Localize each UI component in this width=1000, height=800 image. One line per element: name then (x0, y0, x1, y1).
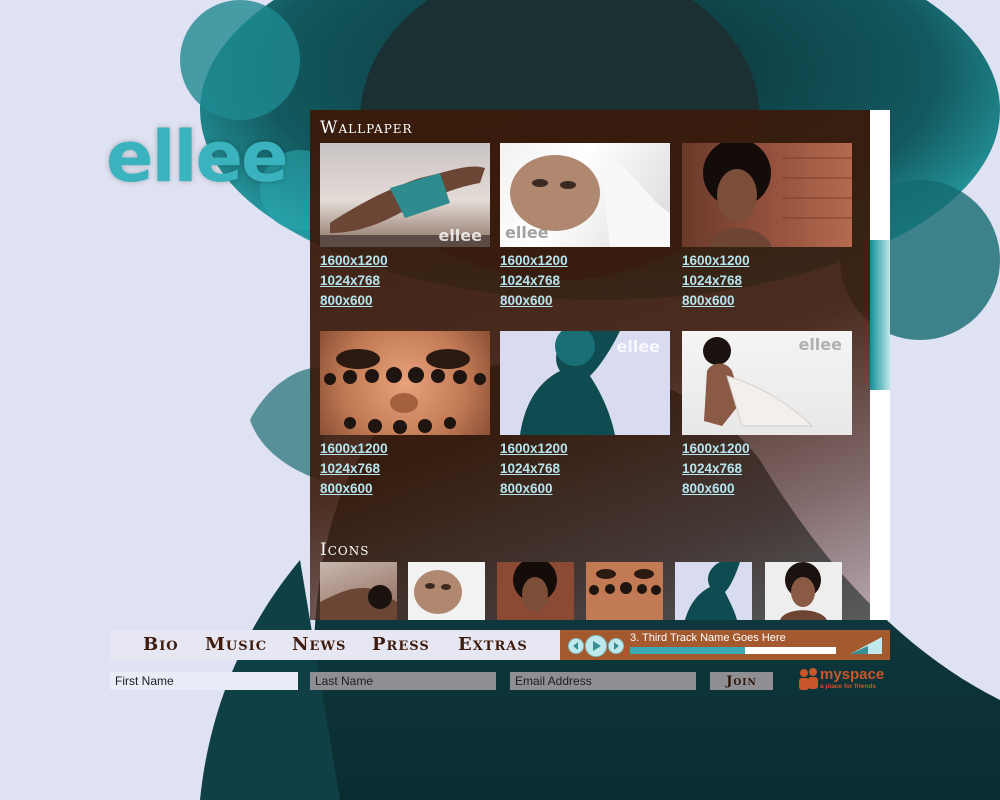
content-panel: Wallpaper ellee 1600x1200 1024x768 800x6… (310, 110, 870, 620)
myspace-logo[interactable]: myspace a place for friends (798, 666, 890, 694)
previous-icon[interactable] (568, 638, 584, 654)
wallpaper-item: 1600x1200 1024x768 800x600 (320, 331, 492, 499)
wallpaper-item: ellee 1600x1200 1024x768 800x600 (682, 331, 854, 499)
wallpaper-item: ellee 1600x1200 1024x768 800x600 (320, 143, 492, 311)
volume-icon[interactable] (848, 635, 884, 655)
wallpaper-3-link-1600[interactable]: 1600x1200 (682, 251, 854, 271)
nav-item-bio[interactable]: Bio (143, 634, 179, 655)
myspace-tagline: a place for friends (820, 683, 876, 690)
scrollbar-thumb[interactable] (870, 240, 890, 390)
main-navigation: Bio Music News Press Extras (110, 630, 560, 660)
wallpaper-2-link-1600[interactable]: 1600x1200 (500, 251, 672, 271)
myspace-wordmark: myspace (820, 666, 885, 683)
wallpaper-6-link-1024[interactable]: 1024x768 (682, 459, 854, 479)
nav-item-press[interactable]: Press (372, 634, 430, 655)
wallpaper-2-link-800[interactable]: 800x600 (500, 291, 672, 311)
wallpaper-4-link-800[interactable]: 800x600 (320, 479, 492, 499)
myspace-people-icon (799, 668, 818, 690)
icon-thumbnail-5[interactable] (675, 562, 752, 620)
wallpaper-4-thumbnail[interactable] (320, 331, 490, 435)
wallpaper-6-link-1600[interactable]: 1600x1200 (682, 439, 854, 459)
wallpaper-5-thumbnail[interactable]: ellee (500, 331, 670, 435)
join-button[interactable]: Join (710, 672, 773, 690)
wallpaper-6-link-800[interactable]: 800x600 (682, 479, 854, 499)
email-field[interactable] (510, 672, 696, 690)
icon-thumbnail-4[interactable] (586, 562, 663, 620)
wallpaper-4-link-1600[interactable]: 1600x1200 (320, 439, 492, 459)
first-name-field[interactable] (110, 672, 298, 690)
nav-item-news[interactable]: News (292, 634, 346, 655)
icon-thumbnail-3[interactable] (497, 562, 574, 620)
wallpaper-3-link-800[interactable]: 800x600 (682, 291, 854, 311)
panel-scrollbar[interactable] (870, 110, 890, 620)
music-player: 3. Third Track Name Goes Here (560, 630, 890, 660)
wallpaper-heading: Wallpaper (320, 118, 413, 138)
wallpaper-1-watermark: ellee (438, 226, 482, 245)
wallpaper-2-thumbnail[interactable]: ellee (500, 143, 670, 247)
nav-item-extras[interactable]: Extras (458, 634, 528, 655)
wallpaper-1-thumbnail[interactable]: ellee (320, 143, 490, 247)
icon-thumbnail-6[interactable] (765, 562, 842, 620)
wallpaper-3-thumbnail[interactable] (682, 143, 852, 247)
wallpaper-1-link-1024[interactable]: 1024x768 (320, 271, 492, 291)
track-progress-fill (630, 647, 746, 654)
wallpaper-item: ellee 1600x1200 1024x768 800x600 (500, 143, 672, 311)
wallpaper-item: 1600x1200 1024x768 800x600 (682, 143, 854, 311)
last-name-field[interactable] (310, 672, 496, 690)
wallpaper-5-link-800[interactable]: 800x600 (500, 479, 672, 499)
wallpaper-4-link-1024[interactable]: 1024x768 (320, 459, 492, 479)
wallpaper-2-watermark: ellee (505, 223, 549, 242)
play-icon[interactable] (585, 635, 607, 657)
icon-thumbnail-1[interactable] (320, 562, 397, 620)
wallpaper-6-thumbnail[interactable]: ellee (682, 331, 852, 435)
wallpaper-3-link-1024[interactable]: 1024x768 (682, 271, 854, 291)
wallpaper-1-link-800[interactable]: 800x600 (320, 291, 492, 311)
icons-heading: Icons (320, 540, 370, 560)
track-progress-bar[interactable] (630, 647, 836, 654)
ellee-logo[interactable]: ellee (106, 116, 288, 198)
wallpaper-item: ellee 1600x1200 1024x768 800x600 (500, 331, 672, 499)
wallpaper-5-watermark: ellee (616, 337, 660, 356)
next-icon[interactable] (608, 638, 624, 654)
icon-thumbnail-2[interactable] (408, 562, 485, 620)
track-name: 3. Third Track Name Goes Here (630, 632, 786, 644)
wallpaper-1-link-1600[interactable]: 1600x1200 (320, 251, 492, 271)
wallpaper-2-link-1024[interactable]: 1024x768 (500, 271, 672, 291)
wallpaper-6-watermark: ellee (798, 335, 842, 354)
nav-item-music[interactable]: Music (205, 634, 267, 655)
wallpaper-5-link-1024[interactable]: 1024x768 (500, 459, 672, 479)
wallpaper-5-link-1600[interactable]: 1600x1200 (500, 439, 672, 459)
